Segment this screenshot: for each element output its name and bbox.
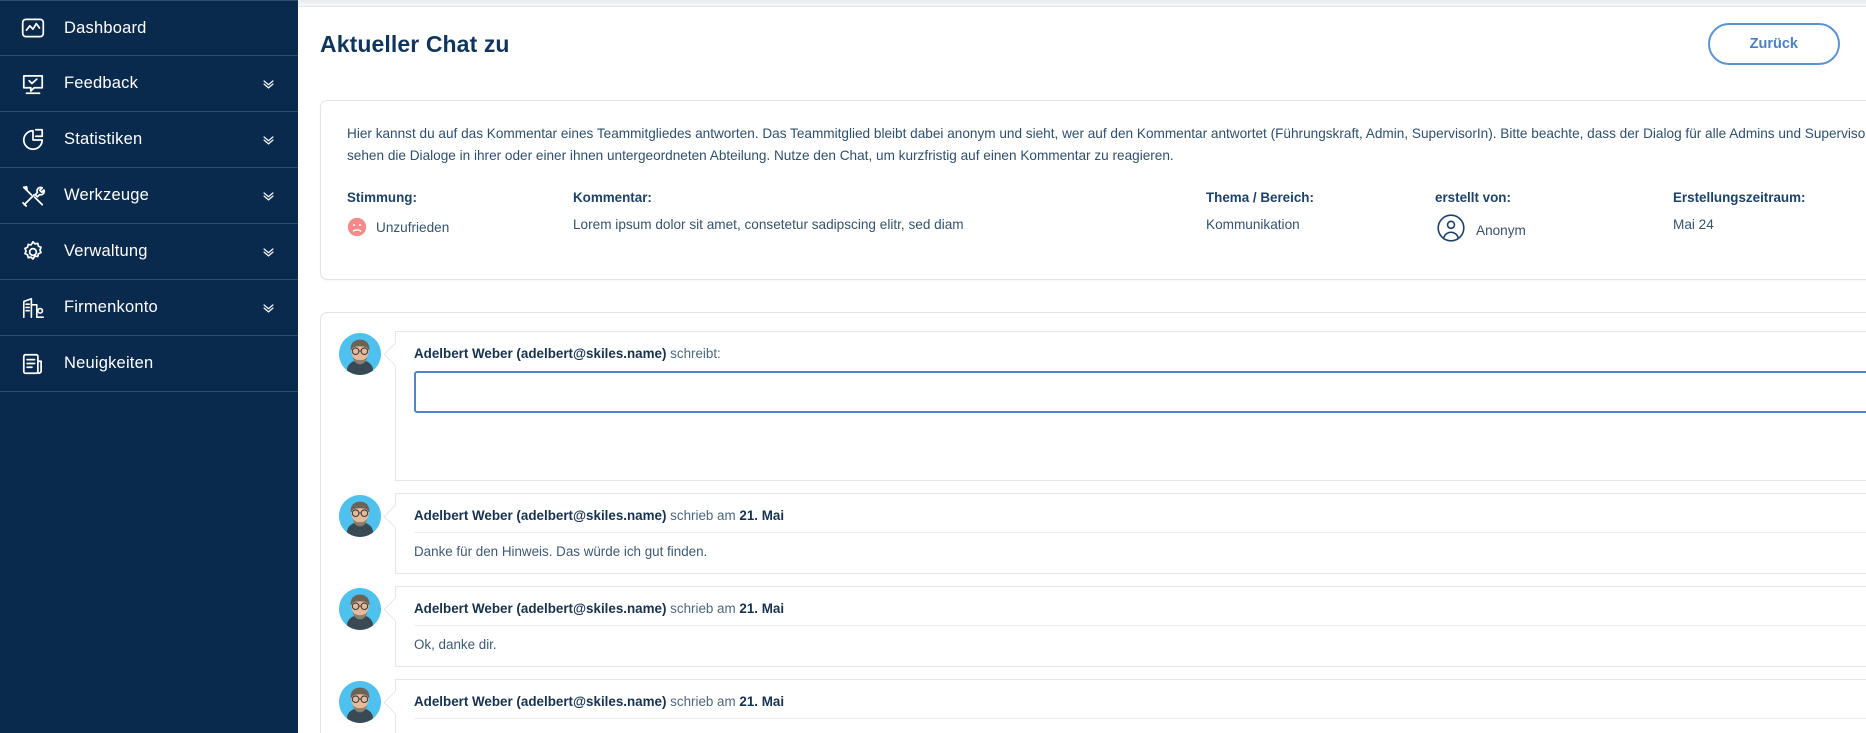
- company-icon: [18, 293, 48, 323]
- message-verb: schrieb am: [670, 693, 736, 709]
- message-date: 21. Mai: [739, 507, 785, 523]
- chat-composer: Adelbert Weber (adelbert@skiles.name) sc…: [395, 331, 1866, 481]
- meta-value: Kommunikation: [1206, 217, 1300, 233]
- back-button[interactable]: Zurück: [1707, 22, 1840, 66]
- sidebar-item-label: Neuigkeiten: [64, 354, 154, 372]
- chevron-down-icon[interactable]: [260, 188, 276, 204]
- meta-field-erstellt-von: erstellt von: Anonym: [1435, 190, 1673, 244]
- meta-label: Thema / Bereich:: [1206, 190, 1314, 206]
- meta-label: Erstellungszeitraum:: [1673, 190, 1806, 206]
- meta-value: Unzufrieden: [347, 217, 573, 237]
- composer-author: Adelbert Weber (adelbert@skiles.name): [414, 346, 667, 361]
- meta-field-thema: Thema / Bereich: Kommunikation: [1206, 190, 1435, 244]
- message-text: [414, 719, 1866, 730]
- info-description: Hier kannst du auf das Kommentar eines T…: [347, 126, 1866, 164]
- meta-value: Anonym: [1435, 214, 1673, 244]
- meta-label: Stimmung:: [347, 190, 417, 206]
- message-input[interactable]: [414, 371, 1866, 413]
- chat-message: Adelbert Weber (adelbert@skiles.name) sc…: [395, 585, 1866, 667]
- sidebar-item-label: Statistiken: [64, 130, 143, 148]
- chat-composer-row: Adelbert Weber (adelbert@skiles.name) sc…: [339, 331, 1866, 481]
- mood-text: Unzufrieden: [376, 219, 450, 235]
- message-verb: schrieb am: [670, 600, 736, 616]
- message-verb: schrieb am: [670, 507, 736, 523]
- message-header: Adelbert Weber (adelbert@skiles.name) sc…: [414, 601, 1866, 626]
- meta-label: Kommentar:: [573, 190, 652, 206]
- sidebar-item-label: Verwaltung: [64, 242, 148, 260]
- avatar: [339, 494, 381, 537]
- message-header: Adelbert Weber (adelbert@skiles.name) sc…: [414, 508, 1866, 533]
- sidebar-item-feedback[interactable]: Feedback: [0, 56, 298, 112]
- meta-label: erstellt von:: [1435, 190, 1511, 206]
- sidebar-item-statistiken[interactable]: Statistiken: [0, 112, 298, 168]
- chat-message: Adelbert Weber (adelbert@skiles.name) sc…: [395, 492, 1866, 574]
- message-author: Adelbert Weber (adelbert@skiles.name): [414, 693, 667, 709]
- chevron-down-icon[interactable]: [260, 76, 276, 92]
- meta-field-kommentar: Kommentar: Lorem ipsum dolor sit amet, c…: [573, 190, 1206, 244]
- chat-message: Adelbert Weber (adelbert@skiles.name) sc…: [395, 678, 1866, 733]
- message-text: Danke für den Hinweis. Das würde ich gut…: [414, 543, 708, 559]
- message-author: Adelbert Weber (adelbert@skiles.name): [414, 507, 667, 523]
- page-title: Aktueller Chat zu: [320, 30, 510, 57]
- avatar: [339, 587, 381, 630]
- sidebar: Dashboard Feedback Statistiken Werkzeuge…: [0, 0, 298, 733]
- top-strip: [298, 0, 1866, 7]
- tools-icon: [18, 181, 48, 211]
- chevron-down-icon[interactable]: [260, 244, 276, 260]
- sidebar-item-label: Werkzeuge: [64, 186, 149, 204]
- message-date: 21. Mai: [739, 600, 785, 616]
- statistics-icon: [18, 125, 48, 155]
- sidebar-filler: [0, 392, 298, 733]
- meta-value: Lorem ipsum dolor sit amet, consetetur s…: [573, 217, 964, 233]
- message-text: Ok, danke dir.: [414, 636, 497, 652]
- app-root: Dashboard Feedback Statistiken Werkzeuge…: [0, 0, 1866, 733]
- meta-value: Mai 24: [1673, 217, 1714, 233]
- chat-message-row: Adelbert Weber (adelbert@skiles.name) sc…: [339, 585, 1866, 667]
- info-card: Hier kannst du auf das Kommentar eines T…: [320, 100, 1866, 280]
- news-icon: [18, 349, 48, 379]
- chat-card: Adelbert Weber (adelbert@skiles.name) sc…: [320, 312, 1866, 733]
- chevron-down-icon[interactable]: [260, 132, 276, 148]
- creator-text: Anonym: [1476, 223, 1526, 239]
- sidebar-item-verwaltung[interactable]: Verwaltung: [0, 224, 298, 280]
- meta-field-stimmung: Stimmung: Unzufrieden: [347, 190, 573, 244]
- page-header: Aktueller Chat zu Zurück: [298, 7, 1866, 81]
- composer-header: Adelbert Weber (adelbert@skiles.name) sc…: [414, 346, 1866, 371]
- dashboard-icon: [18, 13, 48, 43]
- message-header: Adelbert Weber (adelbert@skiles.name) sc…: [414, 694, 1866, 719]
- composer-actions: Senden: [414, 435, 1866, 480]
- sidebar-item-label: Feedback: [64, 74, 139, 92]
- sidebar-item-werkzeuge[interactable]: Werkzeuge: [0, 168, 298, 224]
- sidebar-item-label: Firmenkonto: [64, 298, 158, 316]
- chevron-down-icon[interactable]: [260, 300, 276, 316]
- chat-message-row: Adelbert Weber (adelbert@skiles.name) sc…: [339, 492, 1866, 574]
- anonymous-user-icon: [1435, 212, 1467, 244]
- avatar: [339, 333, 381, 375]
- message-author: Adelbert Weber (adelbert@skiles.name): [414, 600, 667, 616]
- avatar: [339, 680, 381, 723]
- main-content: Aktueller Chat zu Zurück Hier kannst du …: [298, 0, 1866, 733]
- sidebar-item-neuigkeiten[interactable]: Neuigkeiten: [0, 336, 298, 392]
- meta-field-zeitraum: Erstellungszeitraum: Mai 24: [1673, 190, 1866, 244]
- sidebar-item-label: Dashboard: [64, 18, 147, 37]
- chat-message-row: Adelbert Weber (adelbert@skiles.name) sc…: [339, 678, 1866, 733]
- sidebar-item-dashboard[interactable]: Dashboard: [0, 0, 298, 56]
- sidebar-item-firmenkonto[interactable]: Firmenkonto: [0, 280, 298, 336]
- feedback-icon: [18, 69, 48, 99]
- composer-verb: schreibt:: [670, 346, 721, 361]
- sad-face-icon: [347, 217, 367, 237]
- message-date: 21. Mai: [739, 693, 785, 709]
- gear-icon: [18, 237, 48, 267]
- meta-row: Stimmung: Unzufrieden Kommentar: Lorem i…: [347, 190, 1866, 244]
